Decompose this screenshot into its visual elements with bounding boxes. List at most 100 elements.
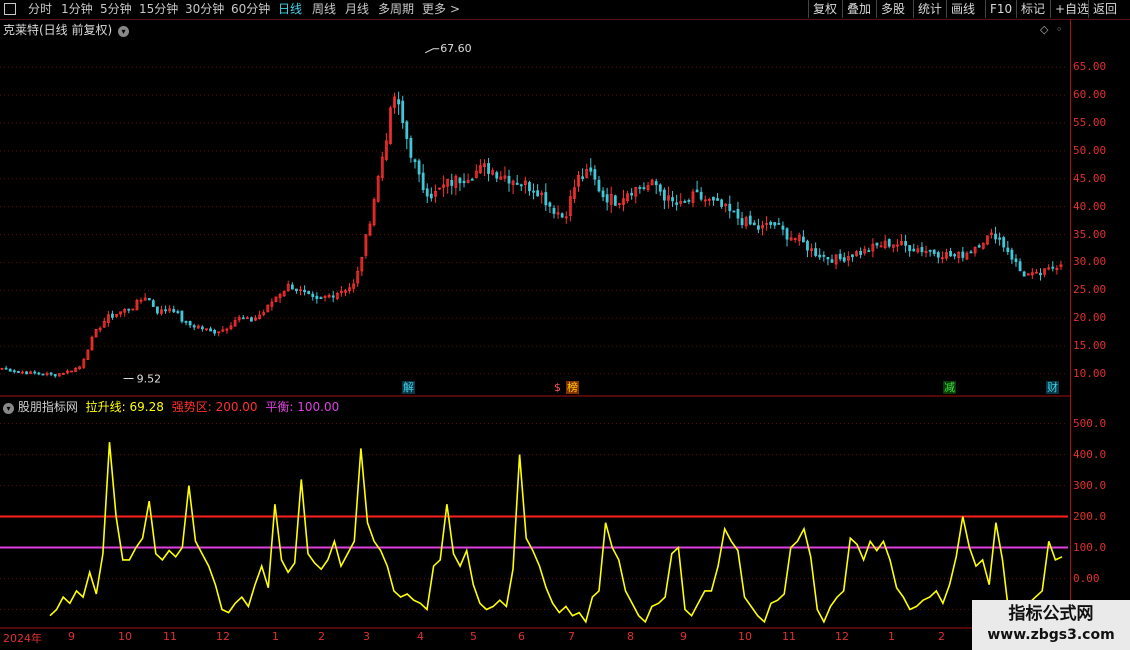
candle-body — [675, 202, 679, 205]
candle-body — [1039, 272, 1042, 276]
candle-body — [33, 371, 37, 374]
candle-body — [397, 99, 401, 105]
candle-body — [53, 373, 57, 377]
candle-body — [462, 180, 466, 184]
candle-body — [172, 309, 176, 313]
candle-body — [12, 370, 16, 373]
price-tick-label: 15.00 — [1073, 338, 1107, 352]
price-tick-label: 25.00 — [1073, 283, 1107, 297]
low-price-label: 9.52 — [137, 373, 162, 386]
candle-body — [961, 251, 965, 258]
candle-body — [728, 203, 732, 212]
candle-body — [413, 159, 417, 163]
candle-body — [777, 222, 781, 225]
candle-body — [822, 254, 826, 257]
price-tick-label: 10.00 — [1073, 366, 1107, 380]
candle-body — [450, 179, 454, 186]
candle-body — [8, 368, 12, 372]
candle-body — [814, 248, 818, 256]
candle-body — [826, 256, 830, 260]
candle-body — [176, 311, 180, 313]
candle-body — [156, 306, 159, 314]
candle-body — [409, 137, 413, 158]
candle-body — [712, 196, 715, 201]
candle-body — [429, 193, 433, 199]
watermark-title: 指标公式网 — [1008, 604, 1094, 624]
candle-body — [250, 317, 253, 322]
candle-body — [994, 233, 997, 240]
candle-body — [528, 182, 531, 192]
pull-up-line — [49, 442, 1063, 624]
candle-body — [904, 241, 907, 246]
time-axis-label: 12 — [216, 630, 230, 643]
candle-body — [1010, 249, 1014, 260]
time-axis-label: 11 — [782, 630, 796, 643]
side-panel-strip[interactable] — [1121, 19, 1130, 399]
event-marker[interactable]: 榜 — [566, 381, 579, 394]
event-marker[interactable]: 财 — [1046, 381, 1059, 394]
indicator-tick-label: 0.00 — [1073, 571, 1100, 585]
indicator-tick-label: 300.0 — [1073, 478, 1107, 492]
event-marker[interactable]: 减 — [943, 381, 956, 394]
candle-body — [213, 330, 217, 334]
watermark-logo: 指标公式网 www.zbgs3.com — [972, 600, 1130, 650]
price-tick-label: 50.00 — [1073, 143, 1107, 157]
candle-body — [560, 213, 564, 218]
candle-body — [458, 177, 462, 184]
candle-body — [838, 253, 842, 260]
candle-body — [601, 190, 605, 198]
candle-body — [581, 176, 585, 179]
candle-body — [184, 321, 188, 323]
candle-body — [851, 254, 854, 258]
candle-body — [164, 309, 167, 312]
time-axis-label: 10 — [118, 630, 132, 643]
candle-body — [842, 257, 846, 262]
candle-body — [638, 187, 642, 189]
candle-body — [180, 310, 184, 322]
candle-body — [671, 197, 674, 202]
candle-body — [303, 289, 306, 293]
candle-body — [932, 249, 936, 254]
indicator-tick-label: 400.0 — [1073, 447, 1107, 461]
candle-body — [315, 295, 319, 300]
candle-body — [740, 218, 744, 226]
candle-body — [37, 372, 41, 375]
price-tick-label: 45.00 — [1073, 171, 1107, 185]
time-axis-label: 9 — [68, 630, 75, 643]
candle-body — [613, 195, 617, 206]
time-axis-label: 5 — [470, 630, 477, 643]
candle-body — [785, 228, 789, 240]
high-marker — [424, 48, 440, 54]
time-axis-label: 7 — [568, 630, 575, 643]
chart-canvas[interactable]: 67.60 9.52 — [0, 0, 1130, 650]
candle-body — [748, 215, 752, 225]
candle-body — [662, 189, 666, 201]
candle-body — [295, 288, 298, 292]
candle-body — [781, 225, 785, 230]
time-axis-label: 2024年 — [3, 632, 42, 645]
time-axis-label: 11 — [163, 630, 177, 643]
candle-body — [192, 325, 196, 328]
time-axis-label: 9 — [680, 630, 687, 643]
event-marker[interactable]: 解 — [402, 381, 415, 394]
candle-body — [953, 254, 957, 257]
candle-body — [977, 245, 981, 248]
candle-body — [25, 371, 28, 375]
candle-body — [495, 172, 499, 179]
candle-body — [605, 194, 609, 203]
candle-body — [969, 251, 973, 254]
event-marker[interactable]: $ — [553, 381, 562, 394]
candle-body — [1051, 266, 1055, 269]
candle-body — [421, 172, 425, 190]
candle-body — [41, 373, 45, 376]
candle-body — [548, 202, 552, 207]
candle-body — [290, 284, 294, 290]
candle-body — [111, 313, 114, 318]
candle-body — [757, 225, 760, 230]
candle-body — [209, 328, 212, 332]
candle-body — [720, 199, 724, 207]
candle-body — [532, 190, 535, 193]
candle-body — [654, 181, 658, 186]
candle-body — [151, 300, 155, 307]
candle-body — [912, 248, 916, 252]
